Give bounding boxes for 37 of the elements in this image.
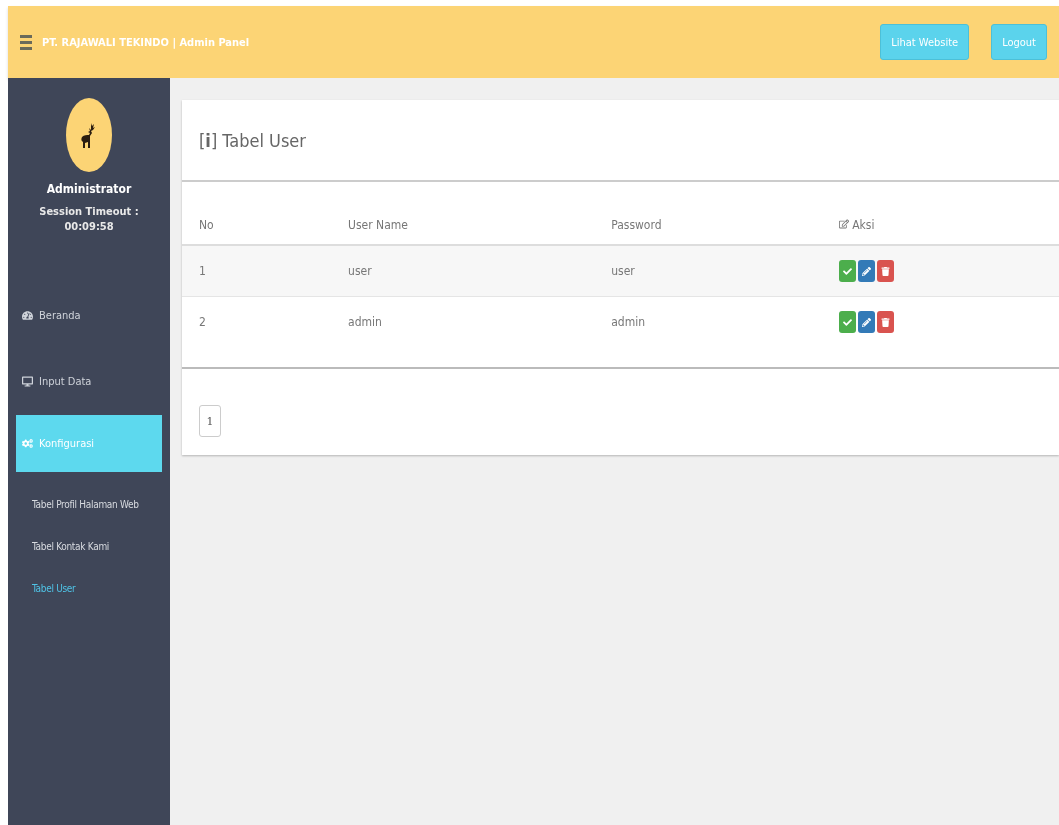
menu-icon[interactable] bbox=[20, 34, 32, 50]
table-cell: admin bbox=[331, 296, 595, 347]
table-cell: user bbox=[594, 245, 823, 297]
delete-button[interactable] bbox=[877, 260, 895, 282]
card-title: [i] Tabel User bbox=[199, 129, 306, 151]
submenu-item[interactable]: Tabel Profil Halaman Web bbox=[8, 483, 170, 526]
pencil-icon bbox=[862, 317, 872, 327]
check-icon bbox=[843, 266, 853, 276]
edit-button[interactable] bbox=[858, 260, 876, 282]
session-label: Session Timeout : bbox=[38, 204, 140, 220]
table-cell: 2 bbox=[182, 296, 332, 347]
submenu-item[interactable]: Tabel Kontak Kami bbox=[8, 525, 170, 568]
table-cell: admin bbox=[594, 296, 823, 347]
brand-title: PT. RAJAWALI TEKINDO | Admin Panel bbox=[42, 35, 251, 49]
approve-button[interactable] bbox=[839, 311, 857, 333]
gears-icon bbox=[22, 437, 33, 449]
delete-button[interactable] bbox=[877, 311, 895, 333]
trash-icon bbox=[881, 266, 891, 276]
table-cell: 1 bbox=[182, 245, 332, 297]
dashboard-icon bbox=[22, 310, 33, 322]
trash-icon bbox=[881, 317, 891, 327]
edit-icon bbox=[839, 219, 850, 229]
monitor-icon bbox=[22, 376, 33, 388]
page-button[interactable]: 1 bbox=[199, 405, 221, 437]
pencil-icon bbox=[862, 266, 872, 276]
session-time: 00:09:58 bbox=[63, 219, 115, 235]
profile-name: Administrator bbox=[45, 182, 133, 196]
sidebar-item[interactable]: Input Data bbox=[8, 348, 170, 415]
sidebar-item-label: Konfigurasi bbox=[39, 436, 95, 450]
sidebar-item-label: Beranda bbox=[39, 309, 81, 323]
sidebar-item-label: Input Data bbox=[39, 375, 92, 389]
edit-button[interactable] bbox=[858, 311, 876, 333]
approve-button[interactable] bbox=[839, 260, 857, 282]
submenu-item[interactable]: Tabel User bbox=[8, 567, 170, 610]
check-icon bbox=[843, 317, 853, 327]
sidebar-item[interactable]: Beranda bbox=[8, 282, 170, 349]
table-cell: user bbox=[331, 245, 595, 297]
